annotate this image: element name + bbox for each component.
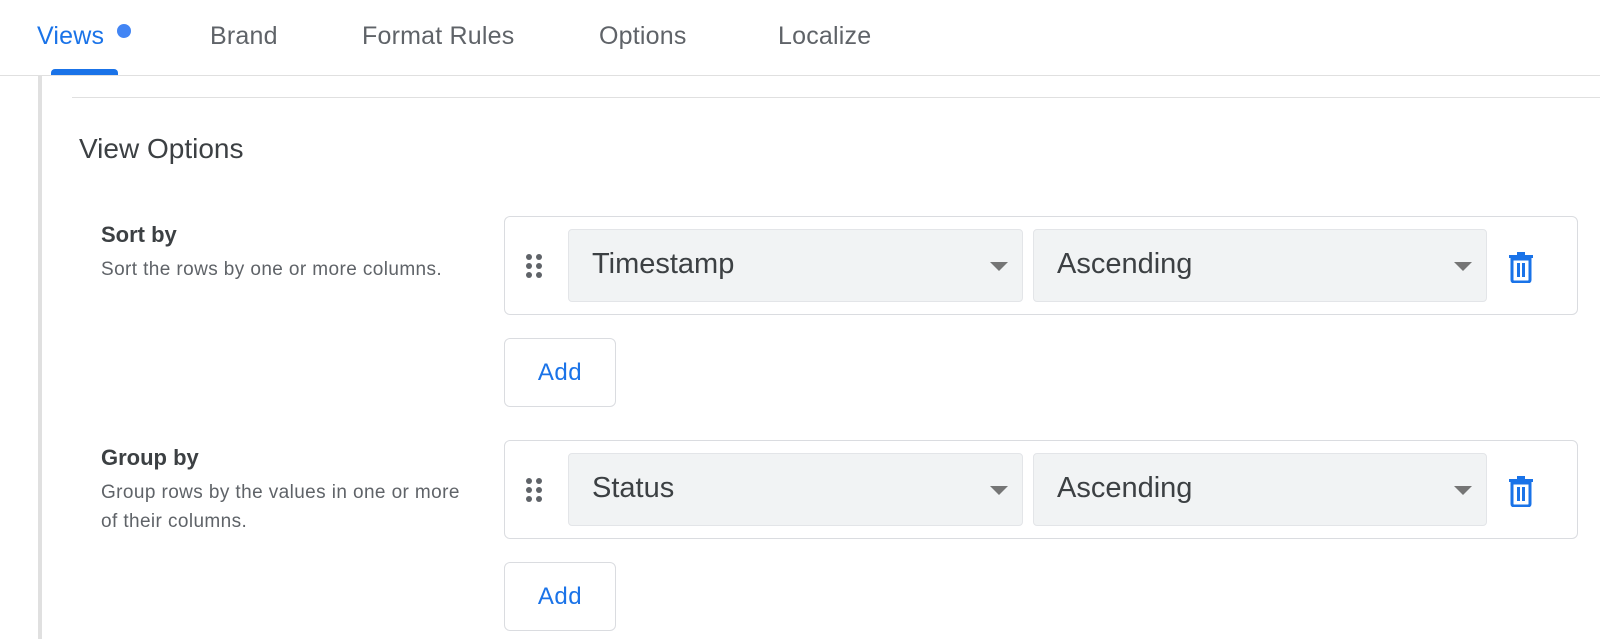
tab-brand[interactable]: Brand — [210, 22, 278, 51]
dropdown-caret-icon — [990, 262, 1008, 271]
left-rail — [38, 76, 42, 639]
sort-column-value: Timestamp — [592, 248, 735, 280]
sort-order-value: Ascending — [1057, 248, 1193, 280]
drag-indicator-icon[interactable] — [525, 477, 543, 503]
section-title: View Options — [79, 133, 244, 164]
trash-icon[interactable] — [1506, 251, 1536, 284]
sort-rule-row: Timestamp Ascending — [504, 216, 1578, 315]
group-by-description: Group rows by the values in one or more … — [101, 482, 460, 532]
sort-order-select[interactable]: Ascending — [1033, 229, 1487, 302]
section-divider — [72, 97, 1600, 98]
tab-localize[interactable]: Localize — [778, 22, 871, 51]
sort-by-description: Sort the rows by one or more columns. — [101, 259, 443, 280]
group-column-select[interactable]: Status — [568, 453, 1023, 526]
group-add-button[interactable]: Add — [504, 562, 616, 631]
unsaved-indicator-dot — [117, 24, 131, 38]
dropdown-caret-icon — [990, 486, 1008, 495]
group-column-value: Status — [592, 472, 675, 504]
trash-icon[interactable] — [1506, 475, 1536, 508]
tab-views[interactable]: Views — [37, 22, 104, 51]
sort-column-select[interactable]: Timestamp — [568, 229, 1023, 302]
tab-format-rules[interactable]: Format Rules — [362, 22, 514, 51]
group-by-label: Group by — [101, 445, 199, 470]
tab-options[interactable]: Options — [599, 22, 687, 51]
tab-bar: Views Brand Format Rules Options Localiz… — [0, 0, 1600, 76]
group-order-value: Ascending — [1057, 472, 1193, 504]
dropdown-caret-icon — [1454, 486, 1472, 495]
dropdown-caret-icon — [1454, 262, 1472, 271]
active-tab-indicator — [51, 69, 118, 75]
sort-by-label: Sort by — [101, 222, 177, 247]
group-rule-row: Status Ascending — [504, 440, 1578, 539]
sort-add-button[interactable]: Add — [504, 338, 616, 407]
drag-indicator-icon[interactable] — [525, 253, 543, 279]
group-order-select[interactable]: Ascending — [1033, 453, 1487, 526]
